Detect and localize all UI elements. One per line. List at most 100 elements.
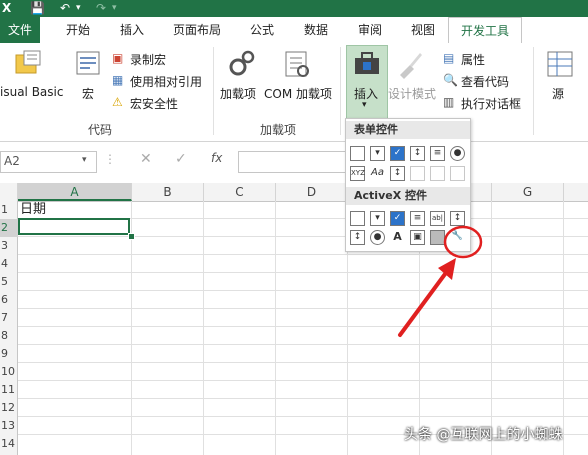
activex-button-control-icon[interactable] [350,211,365,226]
selected-cell-a2[interactable] [18,218,130,235]
undo-dropdown-icon[interactable]: ▾ [76,3,81,13]
row-header[interactable]: 1 [0,201,18,219]
record-macro-button[interactable]: 录制宏 [130,51,166,68]
watermark: 头条 @互联网上的小蜘蛛 [404,427,563,443]
macro-security-button[interactable]: 宏安全性 [130,95,178,112]
column-header-c[interactable]: C [204,183,276,201]
cell-a1[interactable]: 日期 [20,201,46,218]
redo-dropdown-icon[interactable]: ▾ [112,3,117,13]
com-addins-icon [285,51,309,77]
select-all-corner[interactable] [0,183,18,201]
form-textfield-control-icon[interactable] [410,166,425,181]
form-combo-list-control-icon[interactable] [430,166,445,181]
visual-basic-button[interactable]: isual Basic [0,85,63,99]
group-label-code: 代码 [88,123,113,137]
activex-controls-header: ActiveX 控件 [346,187,470,205]
row-header[interactable]: 6 [0,291,18,309]
form-spin-control-icon[interactable]: ↕ [410,146,425,161]
relative-reference-icon: ▦ [112,73,124,87]
form-groupbox-control-icon[interactable]: XYZ [350,166,365,181]
group-separator [340,47,341,135]
activex-spin-control-icon[interactable]: ↕ [350,230,365,245]
name-box-dropdown-icon[interactable]: ▾ [82,155,87,165]
view-code-icon: 🔍 [443,73,458,87]
tab-data[interactable]: 数据 [296,17,336,43]
record-macro-icon: ▣ [112,51,124,65]
form-combobox-control-icon[interactable]: ▾ [370,146,385,161]
group-separator [213,47,214,135]
design-mode-icon [400,53,422,79]
undo-icon[interactable]: ↶ [60,1,70,15]
cancel-icon[interactable]: ✕ [140,151,152,167]
tab-review[interactable]: 审阅 [350,17,390,43]
formula-input[interactable] [238,151,348,173]
run-dialog-button[interactable]: 执行对话框 [461,95,521,112]
tab-formulas[interactable]: 公式 [242,17,282,43]
tab-view[interactable]: 视图 [403,17,443,43]
row-header[interactable]: 14 [0,435,18,453]
macros-button[interactable]: 宏 [82,85,94,102]
activex-option-control-icon[interactable]: ● [370,230,385,245]
source-button[interactable]: 源 [552,85,564,102]
title-bar: X 💾 ↶ ▾ ↷ ▾ [0,0,588,17]
row-header[interactable]: 10 [0,363,18,381]
save-icon[interactable]: 💾 [30,1,45,15]
column-header-b[interactable]: B [132,183,204,201]
row-header[interactable]: 4 [0,255,18,273]
annotation-arrow [398,268,450,337]
form-listbox-control-icon[interactable]: ≡ [430,146,445,161]
relative-reference-button[interactable]: 使用相对引用 [130,73,202,90]
source-icon [547,51,573,77]
row-header[interactable]: 8 [0,327,18,345]
tab-page-layout[interactable]: 页面布局 [165,17,229,43]
row-header[interactable]: 11 [0,381,18,399]
visual-basic-icon [15,50,41,74]
insert-function-button[interactable]: fx [211,151,222,165]
form-button-control-icon[interactable] [350,146,365,161]
formula-bar: A2 ▾ ⋮ ✕ ✓ fx [0,145,588,175]
ribbon: isual Basic 宏 ▣ 录制宏 ▦ 使用相对引用 ⚠ 宏安全性 代码 加… [0,43,588,142]
redo-icon[interactable]: ↷ [96,1,106,15]
row-header[interactable]: 13 [0,417,18,435]
form-checkbox-control-icon[interactable]: ✓ [390,146,405,161]
toolbox-icon [355,52,379,74]
tab-developer[interactable]: 开发工具 [448,17,522,44]
com-addins-button[interactable]: COM 加载项 [264,85,332,102]
form-option-control-icon[interactable]: ● [450,146,465,161]
form-controls-header: 表单控件 [346,121,470,139]
properties-icon: ▤ [443,51,455,65]
form-label-control-icon[interactable]: Aa [370,166,385,181]
form-scrollbar-control-icon[interactable]: ↕ [390,166,405,181]
column-header-g[interactable]: G [492,183,564,201]
cell-grid[interactable]: 日期 [18,201,588,455]
excel-logo-icon: X [2,1,12,15]
row-header[interactable]: 12 [0,399,18,417]
view-code-button[interactable]: 查看代码 [461,73,509,90]
tab-insert[interactable]: 插入 [112,17,152,43]
insert-control-button[interactable]: 插入 ▾ [346,45,388,119]
fill-handle[interactable] [128,233,135,240]
tab-home[interactable]: 开始 [56,17,100,43]
row-header[interactable]: 7 [0,309,18,327]
group-separator [533,47,534,135]
enter-icon[interactable]: ✓ [175,151,187,167]
properties-button[interactable]: 属性 [461,51,485,68]
tab-file[interactable]: 文件 [0,17,40,43]
form-combo-dropdown-control-icon[interactable] [450,166,465,181]
row-header[interactable]: 3 [0,237,18,255]
name-box-value: A2 [4,154,20,168]
addins-button[interactable]: 加载项 [220,85,256,102]
column-headers: A B C D E F G [0,183,588,202]
row-header[interactable]: 5 [0,273,18,291]
annotation-circle [443,225,483,259]
column-header-a[interactable]: A [18,183,132,201]
addins-gear-icon [229,50,255,76]
row-header[interactable]: 2 [0,219,18,237]
design-mode-button[interactable]: 设计模式 [388,85,436,102]
row-header[interactable]: 9 [0,345,18,363]
column-header-d[interactable]: D [276,183,348,201]
name-box[interactable]: A2 ▾ [0,151,97,173]
macros-icon [76,51,100,75]
activex-combobox-control-icon[interactable]: ▾ [370,211,385,226]
group-label-addins: 加载项 [260,123,297,137]
